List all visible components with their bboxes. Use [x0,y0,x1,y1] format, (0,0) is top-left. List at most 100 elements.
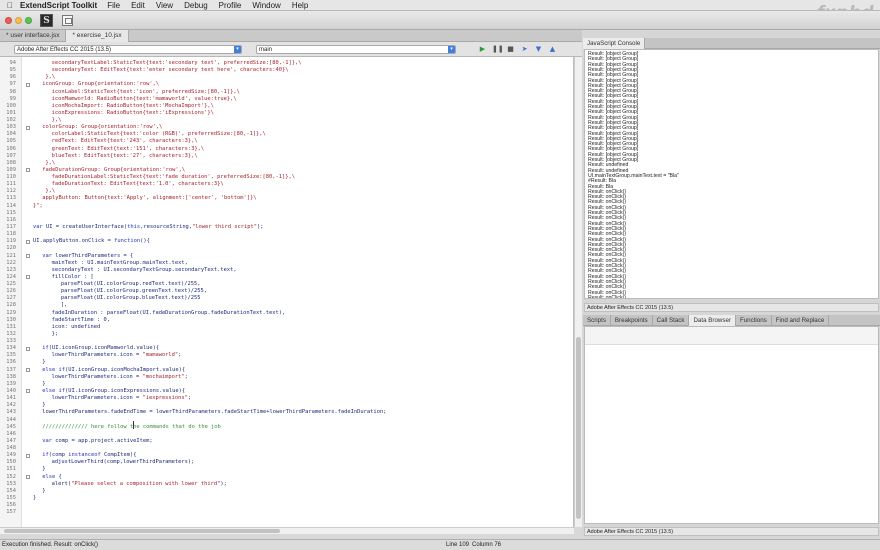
code-line[interactable]: 96},\ [0,74,573,81]
code-line[interactable]: 119 UI.applyButton.onClick = function(){ [0,238,573,245]
line-number[interactable]: 103 [0,124,16,131]
line-number[interactable]: 100 [0,103,16,110]
line-number[interactable]: 104 [0,131,16,138]
fold-toggle-icon[interactable] [26,125,30,130]
code-line[interactable]: 147 var comp = app.project.activeItem; [0,438,573,445]
line-number[interactable]: 96 [0,74,17,81]
line-number[interactable]: 128 [0,302,16,309]
line-number[interactable]: 121 [0,253,16,260]
fold-toggle-icon[interactable] [26,275,30,280]
line-number[interactable]: 125 [0,281,16,288]
line-number[interactable]: 129 [0,310,16,317]
code-line[interactable]: 137 else if(UI.iconGroup.iconMochaImport.… [0,367,573,374]
menu-help[interactable]: Help [292,1,308,10]
tab-exercise-10[interactable]: * exercise_10.jsx [66,30,129,42]
code-line[interactable]: 115 [0,210,573,217]
code-line[interactable]: 118 [0,231,573,238]
code-line[interactable]: 99 iconMamworld: RadioButton{text:'mamawo… [0,96,573,103]
code-line[interactable]: 143 lowerThirdParameters.fadeEndTime = lo… [0,409,573,416]
code-line[interactable]: 113 applyButton: Button{text:'Apply', ali… [0,195,573,202]
code-line[interactable]: 145////////////// here follow the comman… [0,424,573,431]
code-line[interactable]: 114}"; [0,203,573,210]
code-line[interactable]: 152 else { [0,474,573,481]
code-line[interactable]: 154} [0,488,573,495]
code-line[interactable]: 129 fadeInDuration : parseFloat(UI.fadeDu… [0,310,573,317]
line-number[interactable]: 98 [0,89,17,96]
scroll-thumb[interactable] [576,337,581,519]
code-line[interactable]: 148 [0,445,573,452]
line-number[interactable]: 155 [0,495,16,502]
line-number[interactable]: 111 [0,181,16,188]
code-line[interactable]: 130 fadeStartTime : 0, [0,317,573,324]
line-number[interactable]: 126 [0,288,16,295]
code-line[interactable]: 104 colorLabel:StaticText{text:'color (RG… [0,131,573,138]
stop-button[interactable]: ■ [506,45,515,54]
tab-call-stack[interactable]: Call Stack [653,315,690,326]
step-into-button[interactable]: ▼ [534,45,543,54]
line-number[interactable]: 119 [0,238,16,245]
code-line[interactable]: 123 secondaryText : UI.secondaryTextGroup… [0,267,573,274]
tab-find-and-replace[interactable]: Find and Replace [772,315,830,326]
menu-file[interactable]: File [107,1,120,10]
function-select[interactable]: main ▾ [256,45,456,54]
line-number[interactable]: 99 [0,96,17,103]
line-number[interactable]: 153 [0,481,16,488]
line-number[interactable]: 94 [0,60,17,67]
line-number[interactable]: 130 [0,317,16,324]
code-line[interactable]: 131 icon: undefined [0,324,573,331]
code-line[interactable]: 100 iconMochaImport: RadioButton{text:'Mo… [0,103,573,110]
code-line[interactable]: 149 if(comp instanceof CompItem){ [0,452,573,459]
line-number[interactable]: 148 [0,445,16,452]
line-number[interactable]: 112 [0,188,16,195]
step-out-button[interactable]: ▲ [548,45,557,54]
line-number[interactable]: 157 [0,509,16,516]
tab-breakpoints[interactable]: Breakpoints [611,315,653,326]
data-browser-panel[interactable] [584,326,879,524]
new-document-icon[interactable] [62,15,73,26]
line-number[interactable]: 146 [0,431,16,438]
line-number[interactable]: 109 [0,167,16,174]
line-number[interactable]: 95 [0,67,17,74]
fold-toggle-icon[interactable] [26,346,30,351]
line-number[interactable]: 139 [0,381,16,388]
code-line[interactable]: 126 parseFloat(UI.colorGroup.greenText.te… [0,288,573,295]
code-editor[interactable]: 94 secondaryTextLabel:StaticText{text:'se… [0,57,574,527]
tab-javascript-console[interactable]: JavaScript Console [583,38,646,49]
code-line[interactable]: 109 fadeDurationGroup: Group{orientation:… [0,167,573,174]
line-number[interactable]: 150 [0,459,16,466]
line-number[interactable]: 127 [0,295,16,302]
line-number[interactable]: 144 [0,417,16,424]
line-number[interactable]: 124 [0,274,16,281]
line-number[interactable]: 122 [0,260,16,267]
line-number[interactable]: 118 [0,231,16,238]
fold-toggle-icon[interactable] [26,168,30,173]
line-number[interactable]: 152 [0,474,16,481]
code-line[interactable]: 106 greenText: EditText{text:'151', chara… [0,146,573,153]
extendscript-logo-icon[interactable]: S [40,14,53,27]
line-number[interactable]: 117 [0,224,16,231]
code-line[interactable]: 103 colorGroup: Group{orientation:'row',\ [0,124,573,131]
code-line[interactable]: 97 iconGroup: Group{orientation:'row',\ [0,81,573,88]
menu-edit[interactable]: Edit [131,1,145,10]
minimize-window-button[interactable] [15,17,22,24]
menu-debug[interactable]: Debug [184,1,208,10]
line-number[interactable]: 147 [0,438,16,445]
pause-button[interactable]: ❚❚ [492,45,504,54]
line-number[interactable]: 106 [0,146,16,153]
code-line[interactable]: 140 else if(UI.iconGroup.iconExpressions.… [0,388,573,395]
line-number[interactable]: 136 [0,359,16,366]
line-number[interactable]: 123 [0,267,16,274]
code-line[interactable]: 144 [0,417,573,424]
tab-data-browser[interactable]: Data Browser [689,315,736,326]
menu-view[interactable]: View [156,1,173,10]
line-number[interactable]: 97 [0,81,17,88]
fold-toggle-icon[interactable] [26,239,30,244]
line-number[interactable]: 149 [0,452,16,459]
code-line[interactable]: 151} [0,466,573,473]
code-line[interactable]: 125 parseFloat(UI.colorGroup.redText.text… [0,281,573,288]
line-number[interactable]: 141 [0,395,16,402]
code-line[interactable]: 112},\ [0,188,573,195]
code-line[interactable]: 157 [0,509,573,516]
code-line[interactable]: 138 lowerThirdParameters.icon = "mochaimp… [0,374,573,381]
line-number[interactable]: 120 [0,245,16,252]
